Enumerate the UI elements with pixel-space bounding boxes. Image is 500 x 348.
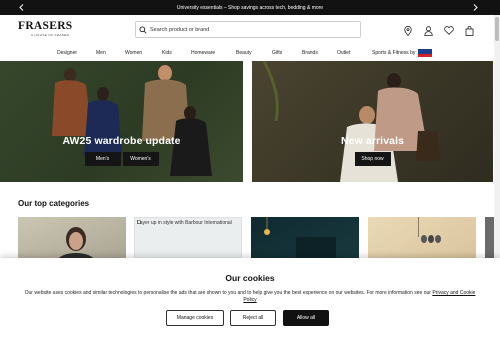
nav-item-kids[interactable]: Kids xyxy=(162,45,172,60)
category-lamp-image xyxy=(264,217,336,263)
account-icon xyxy=(424,25,433,36)
nav-item-beauty[interactable]: Beauty xyxy=(236,45,252,60)
store-locator-button[interactable] xyxy=(402,25,413,36)
bag-button[interactable] xyxy=(464,25,475,36)
category-utensils-image xyxy=(418,217,441,243)
logo-name: FRASERS xyxy=(18,20,73,32)
bag-icon xyxy=(465,25,474,36)
hero-shop-now-button[interactable]: Shop now xyxy=(354,152,391,166)
category-woman-image xyxy=(56,227,96,263)
account-button[interactable] xyxy=(423,25,434,36)
hero-mens-button[interactable]: Men's xyxy=(84,152,121,166)
reject-all-button[interactable]: Reject all xyxy=(230,310,276,326)
promo-next-button[interactable] xyxy=(468,0,482,15)
chevron-right-icon xyxy=(473,4,478,11)
promo-bar: University essentials – Shop savings acr… xyxy=(0,0,500,15)
nav-item-outlet[interactable]: Outlet xyxy=(337,45,350,60)
hero-womens-button[interactable]: Women's xyxy=(122,152,159,166)
category-tile-women[interactable] xyxy=(18,217,126,263)
hero-banner-new-arrivals[interactable]: New arrivals Shop now xyxy=(252,61,493,182)
nav-item-gifts[interactable]: Gifts xyxy=(272,45,282,60)
nav-item-sports-label: Sports & Fitness by xyxy=(372,49,416,56)
scrollbar-thumb[interactable] xyxy=(495,17,499,41)
sports-direct-logo xyxy=(418,48,433,57)
wishlist-button[interactable] xyxy=(443,25,454,36)
site-logo[interactable]: FRASERS A HOUSE OF FRASER xyxy=(18,20,78,37)
nav-item-women[interactable]: Women xyxy=(125,45,142,60)
cookie-title: Our cookies xyxy=(225,273,275,283)
search-placeholder: Search product or brand xyxy=(150,26,210,33)
site-header: FRASERS A HOUSE OF FRASER Search product… xyxy=(0,15,500,45)
promo-prev-button[interactable] xyxy=(14,0,28,15)
search-icon xyxy=(136,22,150,37)
location-pin-icon xyxy=(403,25,412,36)
categories-heading: Our top categories xyxy=(18,199,90,208)
hero-title: New arrivals xyxy=(340,135,405,147)
hero-title: AW25 wardrobe update xyxy=(62,135,181,147)
chevron-left-icon xyxy=(18,4,23,11)
main-nav: Designer Men Women Kids Homeware Beauty … xyxy=(0,45,500,60)
category-tile-home[interactable] xyxy=(251,217,359,263)
nav-item-homeware[interactable]: Homeware xyxy=(191,45,215,60)
cookie-description-text: Our website uses cookies and similar tec… xyxy=(24,290,433,296)
nav-item-men[interactable]: Men xyxy=(96,45,106,60)
heart-icon xyxy=(443,26,454,35)
search-input[interactable]: Search product or brand xyxy=(135,21,361,38)
category-tile-kitchen[interactable] xyxy=(368,217,476,263)
manage-cookies-button[interactable]: Manage cookies xyxy=(166,310,224,326)
hero-banner-aw25[interactable]: AW25 wardrobe update Men's Women's xyxy=(0,61,243,182)
logo-tagline: A HOUSE OF FRASER xyxy=(31,33,70,37)
nav-item-sports-fitness[interactable]: Sports & Fitness by xyxy=(372,45,433,60)
nav-item-designer[interactable]: Designer xyxy=(57,45,77,60)
category-tile-alt-text: Layer up in style with Barbour Internati… xyxy=(137,220,232,226)
cookie-description: Our website uses cookies and similar tec… xyxy=(24,290,476,304)
cookie-banner: Our cookies Our website uses cookies and… xyxy=(0,258,500,348)
allow-all-button[interactable]: Allow all xyxy=(283,310,329,326)
category-tile-partial[interactable] xyxy=(485,217,494,263)
promo-text[interactable]: University essentials – Shop savings acr… xyxy=(177,5,323,11)
nav-item-brands[interactable]: Brands xyxy=(302,45,318,60)
